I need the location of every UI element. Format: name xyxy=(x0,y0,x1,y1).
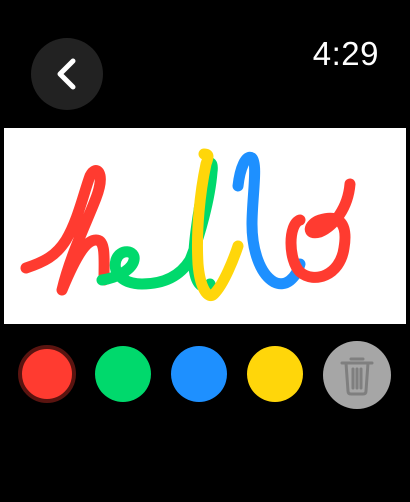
swatch-blue[interactable] xyxy=(171,346,227,402)
drawing-canvas[interactable] xyxy=(4,128,406,324)
handwriting-hello xyxy=(20,148,356,301)
back-button[interactable] xyxy=(31,38,103,110)
clear-button[interactable] xyxy=(323,341,391,409)
trash-icon xyxy=(340,357,374,396)
status-clock: 4:29 xyxy=(312,35,379,72)
stroke-red-o xyxy=(285,178,356,283)
stroke-red-h xyxy=(20,165,110,296)
chevron-left-icon xyxy=(57,58,76,90)
color-palette xyxy=(0,340,410,410)
swatch-yellow[interactable] xyxy=(247,346,303,402)
swatch-green[interactable] xyxy=(95,346,151,402)
swatch-red[interactable] xyxy=(18,345,76,403)
